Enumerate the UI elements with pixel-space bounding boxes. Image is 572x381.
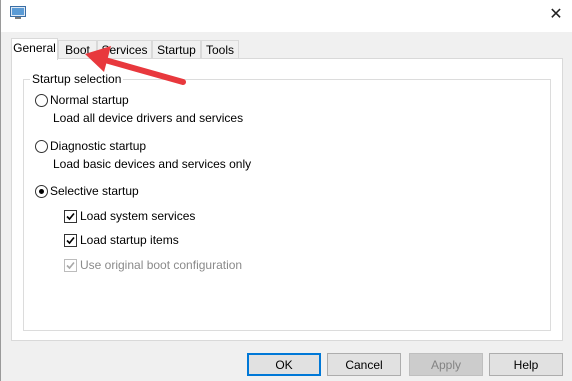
- checkbox-checked-icon: [64, 233, 77, 247]
- diagnostic-startup-description: Load basic devices and services only: [53, 157, 252, 171]
- checkbox-checked-disabled-icon: [64, 258, 77, 272]
- tab-boot[interactable]: Boot: [58, 40, 97, 59]
- normal-startup-label: Normal startup: [50, 93, 129, 107]
- checkbox-checked-icon: [64, 209, 77, 223]
- msconfig-window: ✕ General Boot Services Startup Tools St…: [0, 0, 572, 381]
- close-icon: ✕: [549, 6, 563, 23]
- diagnostic-startup-label: Diagnostic startup: [50, 139, 147, 153]
- selective-startup-radio[interactable]: Selective startup: [35, 183, 139, 199]
- tab-services[interactable]: Services: [97, 40, 152, 59]
- help-button[interactable]: Help: [489, 353, 563, 376]
- radio-unchecked-icon: [35, 139, 48, 153]
- cancel-button[interactable]: Cancel: [327, 353, 401, 376]
- radio-unchecked-icon: [35, 93, 48, 107]
- load-system-services-checkbox[interactable]: Load system services: [64, 208, 195, 224]
- tab-tools[interactable]: Tools: [201, 40, 239, 59]
- close-button[interactable]: ✕: [539, 0, 572, 28]
- use-original-boot-config-label: Use original boot configuration: [80, 258, 243, 272]
- diagnostic-startup-radio[interactable]: Diagnostic startup: [35, 138, 146, 154]
- normal-startup-description: Load all device drivers and services: [53, 111, 244, 125]
- msconfig-icon: [10, 6, 26, 20]
- general-tab-panel: Startup selection Normal startup Load al…: [11, 58, 563, 341]
- normal-startup-radio[interactable]: Normal startup: [35, 92, 129, 108]
- ok-button[interactable]: OK: [247, 353, 321, 376]
- startup-selection-legend: Startup selection: [30, 72, 124, 86]
- load-startup-items-checkbox[interactable]: Load startup items: [64, 232, 179, 248]
- tab-strip: General Boot Services Startup Tools: [11, 38, 563, 60]
- tab-startup[interactable]: Startup: [152, 40, 201, 59]
- load-system-services-label: Load system services: [80, 209, 196, 223]
- use-original-boot-config-checkbox: Use original boot configuration: [64, 257, 242, 273]
- title-bar: ✕: [1, 0, 572, 32]
- tab-general[interactable]: General: [11, 38, 58, 60]
- radio-checked-icon: [35, 184, 48, 198]
- startup-selection-group: Startup selection Normal startup Load al…: [23, 72, 551, 331]
- load-startup-items-label: Load startup items: [80, 233, 179, 247]
- apply-button: Apply: [409, 353, 483, 376]
- selective-startup-label: Selective startup: [50, 184, 139, 198]
